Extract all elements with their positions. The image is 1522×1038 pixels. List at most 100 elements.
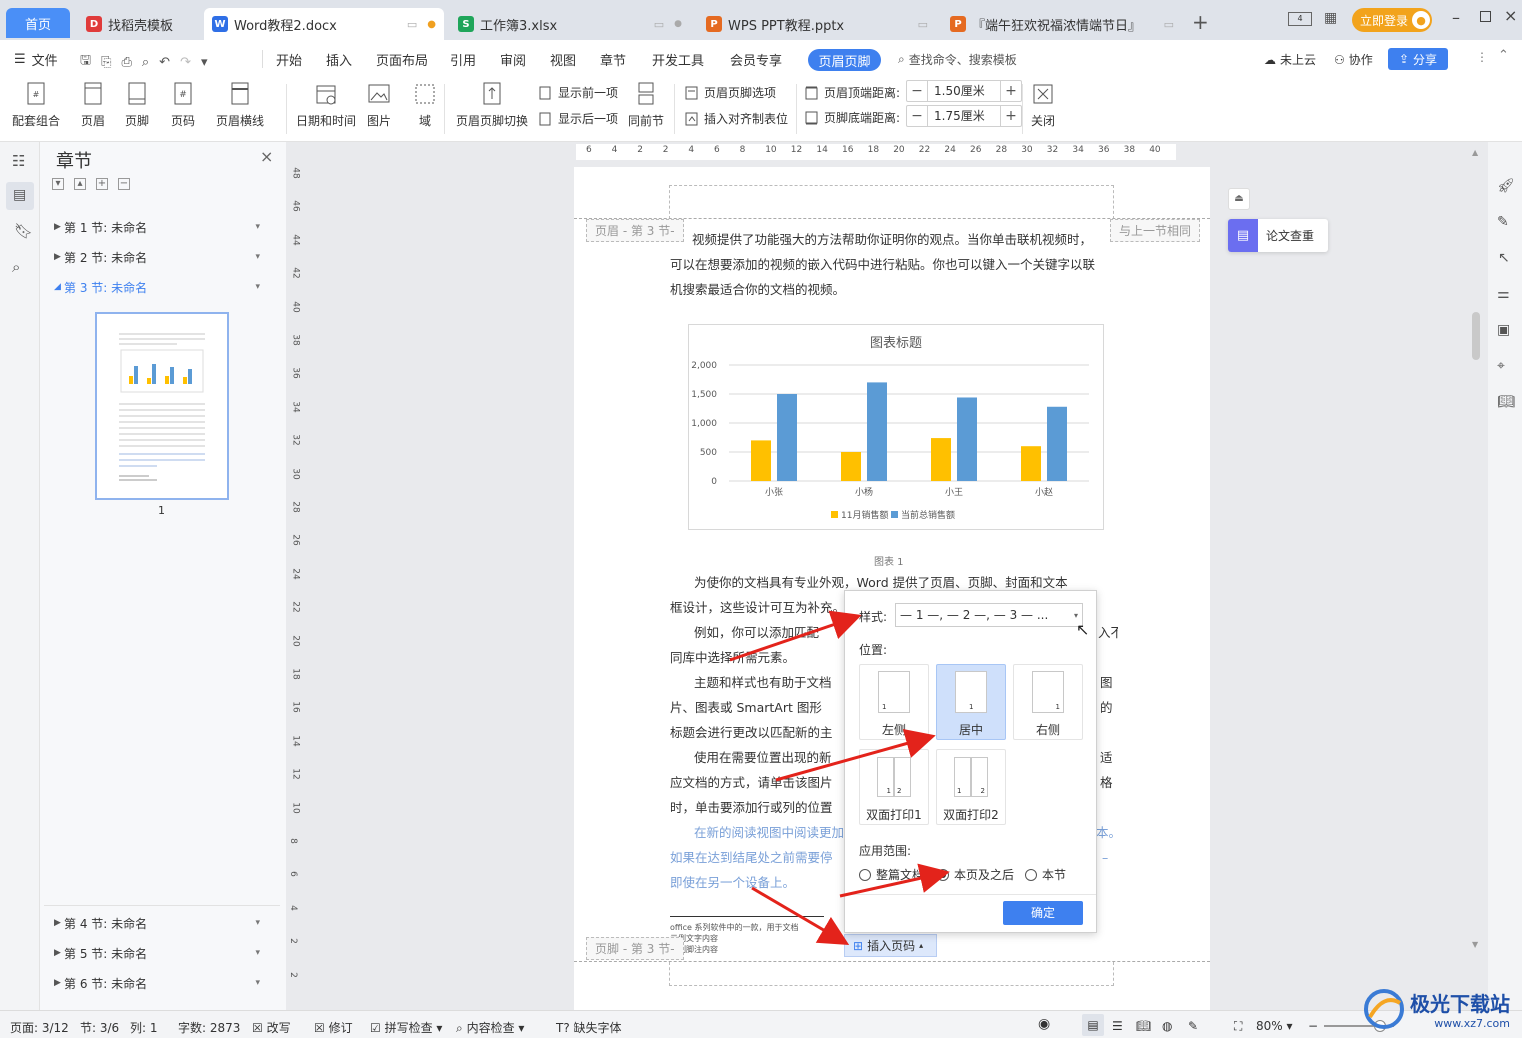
chapter-nav-button[interactable]: ▤ — [6, 182, 34, 210]
outline-icon[interactable]: ☷ — [12, 152, 25, 170]
maximize-icon[interactable] — [1480, 11, 1491, 22]
section-indicator[interactable]: 节: 3/6 — [80, 1019, 119, 1036]
paragraph-line[interactable]: 主题和样式也有助于文档 — [694, 670, 844, 695]
increment-icon[interactable]: + — [1001, 108, 1021, 124]
paragraph-fragment[interactable]: 本。 — [1096, 820, 1118, 845]
book-icon[interactable]: 📖︎ — [1497, 394, 1515, 410]
screen-icon[interactable]: 4 — [1288, 12, 1312, 26]
login-button[interactable]: 立即登录 ● — [1352, 8, 1432, 32]
chart-frame[interactable]: 图表标题 0 500 1,000 1,500 2,000 小张 小杨 小王 小赵 11月销售额 当前总… — [688, 324, 1104, 530]
header-area[interactable] — [669, 185, 1114, 219]
grid-icon[interactable]: ▦ — [1324, 10, 1337, 26]
scroll-down-icon[interactable]: ▼ — [1472, 940, 1478, 949]
collapse-arrow-icon[interactable]: ◢ — [54, 282, 64, 292]
outline-view-icon[interactable]: ☰ — [1112, 1019, 1123, 1033]
redo-icon[interactable]: ↷ — [180, 55, 191, 70]
page-thumbnail[interactable] — [95, 312, 229, 500]
pen-icon[interactable]: ✎ — [1497, 214, 1509, 230]
bottom-distance-value[interactable]: 1.75厘米 — [927, 106, 1001, 126]
collapse-ribbon-icon[interactable]: ⌃ — [1498, 48, 1509, 63]
more-icon[interactable]: ⋮ — [1476, 50, 1488, 64]
expand-all-icon[interactable]: ▴ — [74, 178, 86, 190]
monitor-icon[interactable]: ▭ — [654, 18, 664, 31]
footer-bottom-distance-stepper[interactable]: − 1.75厘米 + — [906, 105, 1022, 127]
menu-reference[interactable]: 引用 — [450, 50, 476, 69]
close-icon[interactable]: × — [1504, 6, 1517, 25]
bookmark-icon[interactable]: 🔖︎ — [14, 222, 33, 240]
menu-view[interactable]: 视图 — [550, 50, 576, 69]
position-center[interactable]: 1 居中 — [936, 664, 1006, 740]
write-view-icon[interactable]: ✎ — [1188, 1019, 1198, 1033]
tab-excel[interactable]: S 工作簿3.xlsx ▭ ● — [450, 8, 690, 40]
paper-check-card[interactable]: ▤ 论文查重 — [1228, 219, 1328, 252]
cloud-status[interactable]: ☁ 未上云 — [1264, 51, 1316, 68]
dropdown-icon[interactable]: ▾ — [255, 918, 260, 928]
paragraph-fragment[interactable]: – — [1102, 845, 1116, 870]
monitor-icon[interactable]: ▭ — [407, 18, 417, 31]
paragraph-line[interactable]: 片、图表或 SmartArt 图形 — [670, 695, 840, 720]
paragraph-line[interactable]: 如果在达到结尾处之前需要停 — [670, 845, 840, 870]
share-button[interactable]: ⇪ 分享 — [1388, 48, 1448, 70]
tab-word-doc[interactable]: W Word教程2.docx ▭ ● — [204, 8, 444, 40]
expand-arrow-icon[interactable]: ▶ — [54, 222, 64, 232]
paragraph-line[interactable]: 时，单击要添加行或列的位置 — [670, 795, 840, 820]
picture-button[interactable]: 图片 — [366, 80, 392, 129]
decrement-icon[interactable]: − — [907, 108, 927, 124]
footnote-area[interactable]: office 系列软件中的一款，用于文档 示例文字内容 示例脚注内容 — [670, 922, 799, 955]
location-icon[interactable]: ⌖ — [1497, 358, 1505, 374]
new-tab-icon[interactable]: + — [1192, 10, 1209, 34]
dropdown-icon[interactable]: ▾ — [255, 282, 260, 292]
same-as-prev-button[interactable]: 同前节 — [628, 80, 664, 129]
scope-this-page-onward[interactable]: 本页及之后 — [937, 866, 1014, 883]
tab-ppt-festival[interactable]: P 『端午狂欢祝福浓情端节日』 ▭ — [942, 8, 1182, 40]
insert-page-number-button[interactable]: ⊞ 插入页码 ▴ — [844, 934, 937, 957]
combo-button[interactable]: # 配套组合 — [12, 80, 60, 129]
remove-section-icon[interactable]: − — [118, 178, 130, 190]
position-duplex-2[interactable]: 1 2 双面打印2 — [936, 749, 1006, 825]
style-select[interactable]: — 1 —, — 2 —, — 3 — ... ▾ — [895, 603, 1083, 627]
paragraph-line[interactable]: 机搜索最适合你的文档的视频。 — [670, 277, 1114, 302]
position-right[interactable]: 1 右侧 — [1013, 664, 1083, 740]
more-dropdown-icon[interactable]: ▾ — [201, 55, 208, 70]
export-pdf-icon[interactable]: ⎘ — [101, 55, 111, 70]
select-cursor-icon[interactable]: ↖ — [1498, 250, 1510, 266]
rewrite-toggle[interactable]: ☒ 改写 — [252, 1019, 291, 1036]
undo-icon[interactable]: ↶ — [159, 55, 170, 70]
tab-docer-templates[interactable]: D 找稻壳模板 — [78, 8, 200, 40]
dropdown-icon[interactable]: ▾ — [255, 978, 260, 988]
horizontal-ruler[interactable]: 6 4 2 2 4 6 8 10 12 14 16 18 20 22 24 26 28 30 32 34 36 38 40 — [286, 142, 1464, 164]
position-duplex-1[interactable]: 1 2 双面打印1 — [859, 749, 929, 825]
paragraph-fragment[interactable]: 的 — [1100, 695, 1116, 720]
footer-button[interactable]: 页脚 — [124, 80, 150, 129]
section-item-2[interactable]: ▶ 第 2 节: 未命名 ▾ — [54, 247, 260, 267]
expand-arrow-icon[interactable]: ▶ — [54, 978, 64, 988]
dropdown-icon[interactable]: ▾ — [255, 252, 260, 262]
pane-close-icon[interactable]: × — [260, 147, 273, 166]
bar-chart[interactable]: 图表标题 0 500 1,000 1,500 2,000 小张 小杨 小王 小赵 11月销售额 当前总… — [689, 325, 1103, 529]
reading-view-icon[interactable]: 📖︎ — [1136, 1019, 1151, 1033]
page-view-icon[interactable]: ▤ — [1082, 1014, 1104, 1036]
tab-header-footer[interactable]: 页眉页脚 — [808, 49, 881, 71]
preview-icon[interactable]: ⌕ — [142, 55, 149, 70]
menu-review[interactable]: 审阅 — [500, 50, 526, 69]
settings-sliders-icon[interactable]: ⚌ — [1497, 286, 1510, 302]
image-tool-icon[interactable]: ▣ — [1497, 322, 1510, 338]
menu-member[interactable]: 会员专享 — [730, 50, 782, 69]
scrollbar-thumb[interactable] — [1472, 312, 1480, 360]
collab-button[interactable]: ⚇ 协作 — [1334, 51, 1373, 68]
scroll-up-icon[interactable]: ▲ — [1472, 148, 1478, 157]
paragraph-fragment[interactable]: 适 — [1100, 745, 1116, 770]
missing-font[interactable]: T? 缺失字体 — [556, 1019, 622, 1036]
paragraph-line[interactable]: 可以在想要添加的视频的嵌入代码中进行粘贴。你也可以键入一个关键字以联 — [670, 252, 1114, 277]
zoom-select[interactable]: 80% ▾ — [1256, 1019, 1293, 1033]
paragraph-line[interactable]: 使用在需要位置出现的新 — [694, 745, 844, 770]
paragraph-line[interactable]: 即使在另一个设备上。 — [670, 870, 840, 895]
menu-chapter[interactable]: 章节 — [600, 50, 626, 69]
paragraph-line[interactable]: 标题会进行更改以匹配新的主 — [670, 720, 840, 745]
paragraph-fragment[interactable]: 图 — [1100, 670, 1116, 695]
spell-check-toggle[interactable]: ☑ 拼写检查 ▾ — [370, 1019, 442, 1036]
monitor-icon[interactable]: ▭ — [918, 18, 928, 31]
show-next-button[interactable]: 显示后一项 — [538, 110, 618, 127]
header-top-distance-stepper[interactable]: − 1.50厘米 + — [906, 80, 1022, 102]
section-item-1[interactable]: ▶ 第 1 节: 未命名 ▾ — [54, 217, 260, 237]
